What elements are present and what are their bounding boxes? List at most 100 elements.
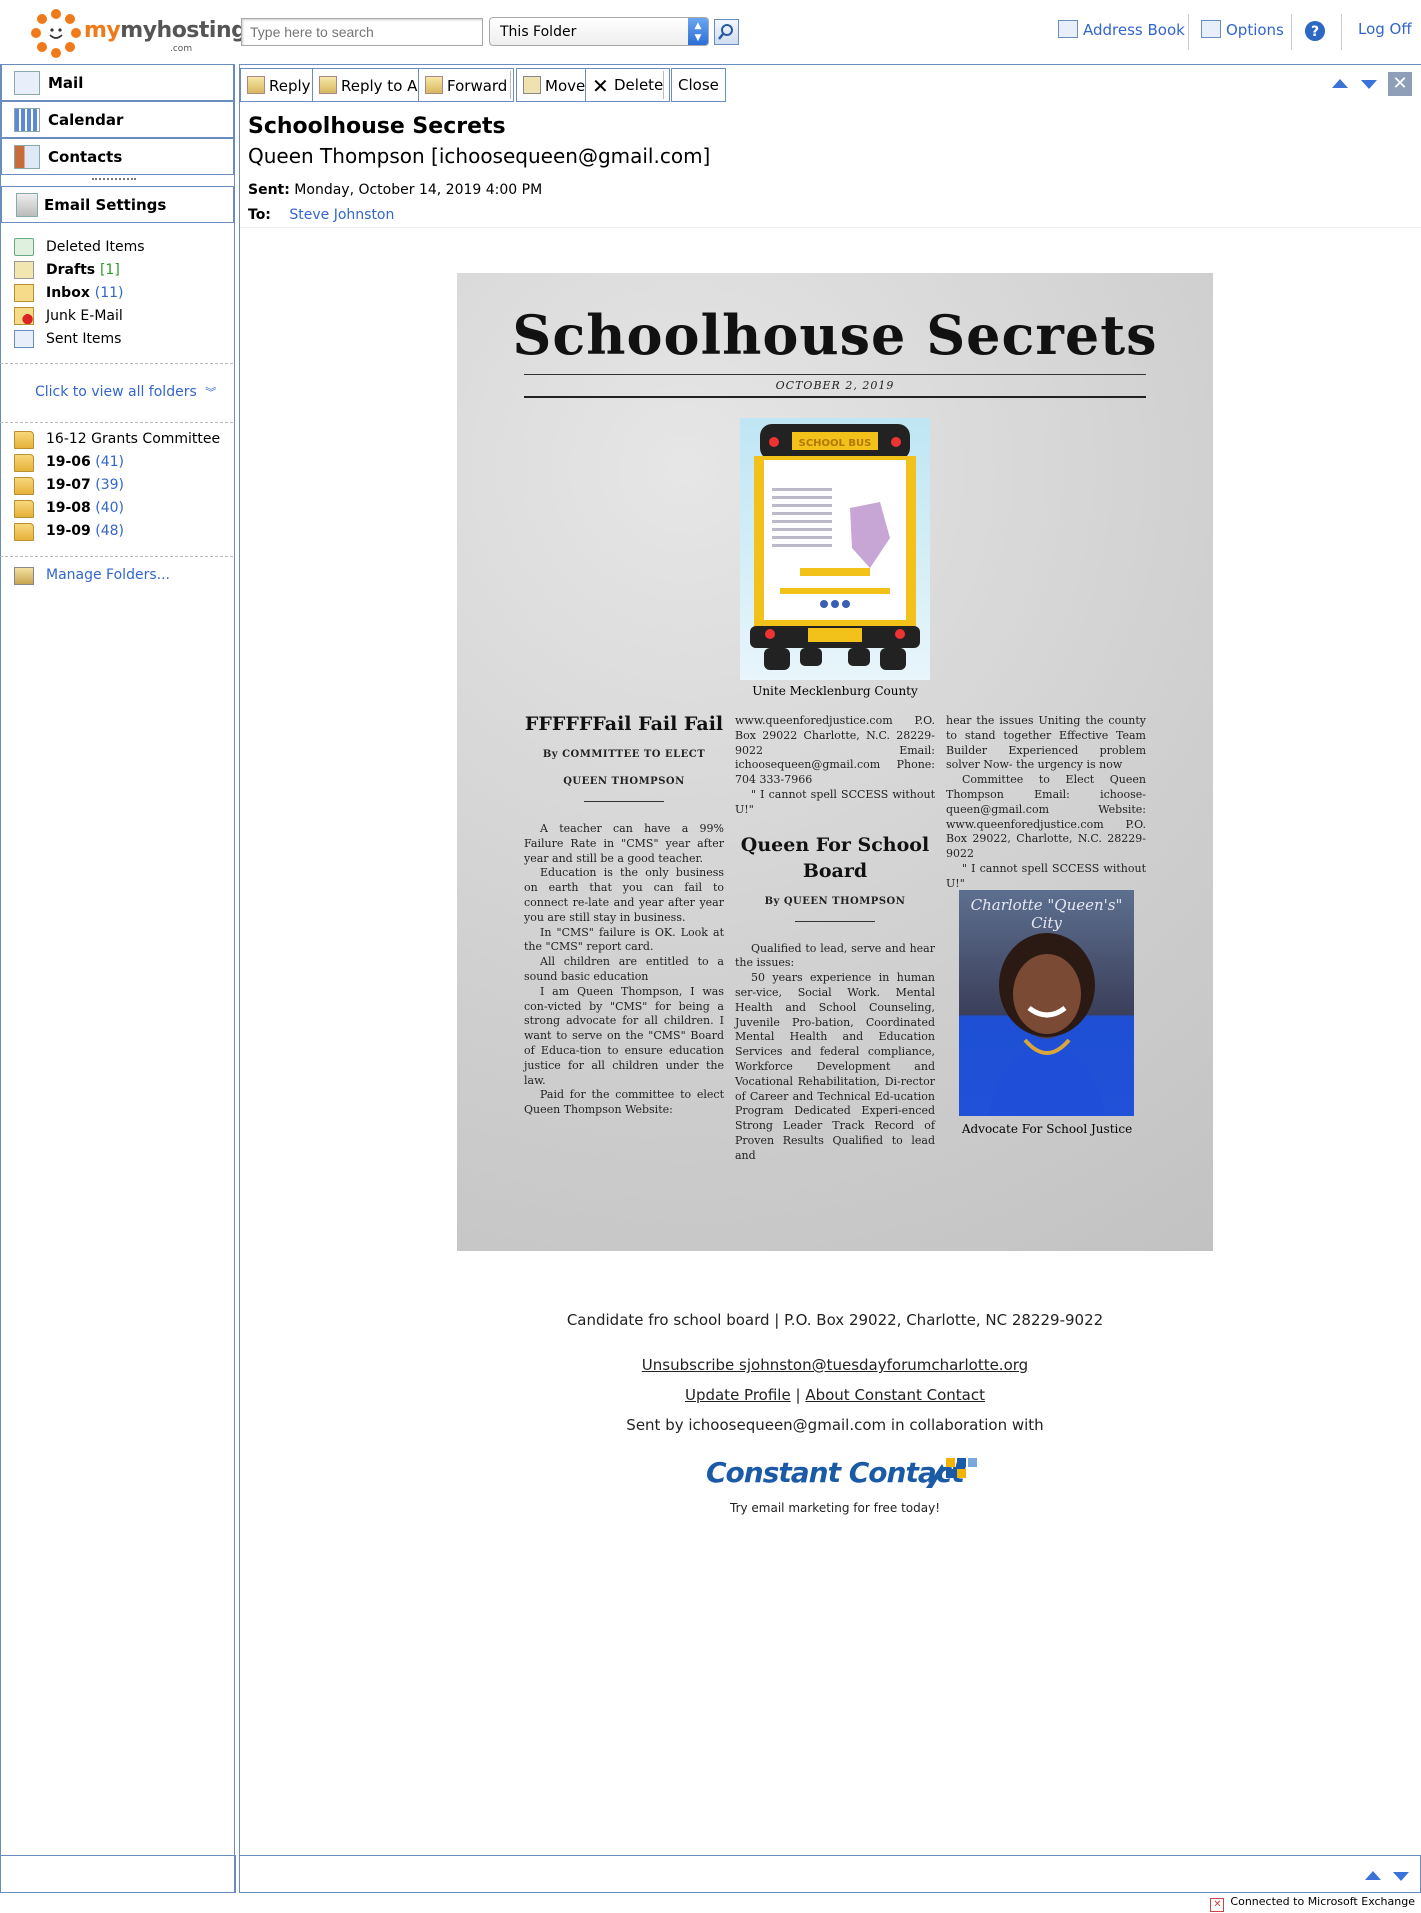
divider bbox=[795, 920, 875, 922]
folder-drafts[interactable]: Drafts [1] bbox=[46, 262, 120, 278]
help-button[interactable]: ? bbox=[1304, 20, 1326, 46]
options-link[interactable]: Options bbox=[1201, 20, 1284, 39]
article-2-paragraph: Qualified to lead, serve and hear the is… bbox=[735, 941, 935, 970]
candidate-portrait: Charlotte "Queen's" City bbox=[959, 890, 1134, 1116]
next-message-icon[interactable] bbox=[1360, 77, 1378, 91]
settings-icon bbox=[16, 193, 38, 217]
scroll-down-icon[interactable] bbox=[1392, 1869, 1410, 1883]
junk-email-icon bbox=[14, 307, 34, 325]
folder-icon bbox=[14, 477, 34, 495]
forward-button[interactable]: Forward bbox=[418, 68, 515, 102]
unsubscribe-link[interactable]: Unsubscribe sjohnston@tuesdayforumcharlo… bbox=[642, 1356, 1028, 1374]
portrait-graphic bbox=[989, 933, 1105, 1116]
article-1-paragraph: Paid for the committee to elect Queen Th… bbox=[524, 1088, 724, 1117]
logo-suffix: .com bbox=[170, 44, 193, 54]
message-sent-row: Sent: Monday, October 14, 2019 4:00 PM bbox=[248, 182, 542, 198]
folder-junk-email[interactable]: Junk E-Mail bbox=[46, 308, 123, 324]
top-bar: mymyhosting .com This Folder ▲▼ Address … bbox=[0, 0, 1421, 64]
article-column-1: FFFFFFail Fail Fail By COMMITTEE TO ELEC… bbox=[524, 711, 724, 1118]
nav-mail-button[interactable]: Mail bbox=[1, 64, 234, 101]
article-2-paragraph: 50 years experience in human ser-vice, S… bbox=[735, 971, 935, 1162]
folder-sent-items[interactable]: Sent Items bbox=[46, 331, 121, 347]
sun-logo-icon bbox=[31, 9, 81, 58]
portrait-caption: Advocate For School Justice bbox=[961, 1122, 1133, 1136]
article-2-byline: By QUEEN THOMPSON bbox=[764, 895, 906, 907]
school-bus-image: SCHOOL BUS bbox=[740, 418, 930, 680]
delete-button[interactable]: ✕ Delete bbox=[585, 68, 671, 102]
message-header: Schoolhouse Secrets Queen Thompson [icho… bbox=[240, 104, 1421, 228]
folder-16-12[interactable]: 16-12 Grants Committee bbox=[46, 431, 220, 447]
manage-folders-link[interactable]: Manage Folders... bbox=[46, 567, 170, 583]
article-1-paragraph: All children are entitled to a sound bas… bbox=[524, 955, 724, 983]
footer-sent-by: Sent by ichoosequeen@gmail.com in collab… bbox=[626, 1416, 1044, 1434]
move-button[interactable]: Move bbox=[516, 68, 593, 102]
divider bbox=[510, 71, 511, 99]
connection-status-icon: ✕ bbox=[1210, 1898, 1225, 1912]
view-all-folders-link[interactable]: Click to view all folders ︾ bbox=[35, 384, 216, 400]
folder-19-09[interactable]: 19-09 (48) bbox=[46, 523, 124, 539]
myhosting-logo[interactable]: mymyhosting .com bbox=[28, 4, 247, 60]
newsletter: Schoolhouse Secrets OCTOBER 2, 2019 SCHO… bbox=[457, 273, 1213, 1251]
close-message-icon[interactable]: ✕ bbox=[1388, 72, 1412, 96]
constant-contact-tagline: Try email marketing for free today! bbox=[730, 1501, 940, 1515]
options-icon bbox=[1201, 20, 1221, 38]
divider bbox=[524, 396, 1146, 398]
article-column-2: www.queenforedjustice.com P.O. Box 29022… bbox=[735, 714, 935, 1164]
reply-all-button[interactable]: Reply to All bbox=[312, 68, 433, 102]
divider bbox=[0, 422, 233, 423]
folder-deleted-items[interactable]: Deleted Items bbox=[46, 239, 145, 255]
scroll-up-icon[interactable] bbox=[1364, 1869, 1382, 1883]
divider bbox=[663, 71, 664, 99]
forward-icon bbox=[425, 76, 443, 94]
article-3-intro: hear the issues Uniting the county to st… bbox=[946, 714, 1146, 772]
message-to-row: To: Steve Johnston bbox=[248, 207, 394, 223]
search-button[interactable] bbox=[714, 19, 739, 45]
divider bbox=[0, 363, 233, 364]
footer-address: Candidate fro school board | P.O. Box 29… bbox=[566, 1311, 1104, 1329]
reply-button[interactable]: Reply bbox=[240, 68, 318, 102]
link-separator: | bbox=[795, 1386, 801, 1404]
select-arrows-icon: ▲ ▼ bbox=[688, 18, 708, 45]
reply-icon bbox=[247, 76, 265, 94]
search-scope-select[interactable]: This Folder ▲ ▼ bbox=[489, 17, 709, 46]
article-2-title: Queen For School Board bbox=[740, 833, 930, 882]
folder-inbox[interactable]: Inbox (11) bbox=[46, 285, 123, 301]
delete-icon: ✕ bbox=[592, 74, 609, 98]
about-constant-contact-link[interactable]: About Constant Contact bbox=[805, 1386, 985, 1404]
recycle-bin-icon bbox=[14, 238, 34, 256]
log-off-link[interactable]: Log Off bbox=[1358, 20, 1412, 38]
newsletter-date: OCTOBER 2, 2019 bbox=[775, 379, 895, 392]
folder-19-08[interactable]: 19-08 (40) bbox=[46, 500, 124, 516]
article-1-paragraph: I am Queen Thompson, I was con-victed by… bbox=[524, 984, 724, 1087]
resize-grip[interactable] bbox=[92, 178, 136, 184]
sent-value: Monday, October 14, 2019 4:00 PM bbox=[294, 182, 543, 198]
double-chevron-down-icon: ︾ bbox=[205, 386, 217, 399]
sent-items-icon bbox=[14, 330, 34, 348]
folder-19-06[interactable]: 19-06 (41) bbox=[46, 454, 124, 470]
nav-contacts-button[interactable]: Contacts bbox=[1, 138, 234, 175]
nav-calendar-button[interactable]: Calendar bbox=[1, 101, 234, 138]
address-book-link[interactable]: Address Book bbox=[1058, 20, 1185, 39]
address-book-icon bbox=[1058, 20, 1078, 38]
manage-folders-icon bbox=[14, 567, 34, 585]
quote: " I cannot spell SCCESS without U!" bbox=[946, 861, 1146, 890]
previous-message-icon[interactable] bbox=[1331, 77, 1349, 91]
close-button[interactable]: Close bbox=[671, 68, 726, 102]
school-bus-graphic: SCHOOL BUS bbox=[750, 424, 920, 670]
drafts-icon bbox=[14, 261, 34, 279]
divider bbox=[524, 374, 1146, 375]
folder-icon bbox=[14, 523, 34, 541]
connection-status-text: Connected to Microsoft Exchange bbox=[1230, 1895, 1415, 1908]
left-navigation: Mail Calendar Contacts Email Settings De… bbox=[0, 64, 235, 1893]
bottom-bar bbox=[0, 1855, 1421, 1893]
recipient-link[interactable]: Steve Johnston bbox=[289, 207, 394, 223]
move-icon bbox=[523, 76, 541, 94]
divider bbox=[1188, 14, 1189, 50]
article-1-paragraph: Education is the only business on earth … bbox=[524, 866, 724, 924]
update-profile-link[interactable]: Update Profile bbox=[685, 1386, 791, 1404]
folder-19-07[interactable]: 19-07 (39) bbox=[46, 477, 124, 493]
folder-icon bbox=[14, 454, 34, 472]
search-input[interactable] bbox=[241, 18, 483, 46]
constant-contact-logo[interactable]: Constant Contact bbox=[706, 1456, 996, 1496]
nav-email-settings-button[interactable]: Email Settings bbox=[1, 186, 234, 223]
